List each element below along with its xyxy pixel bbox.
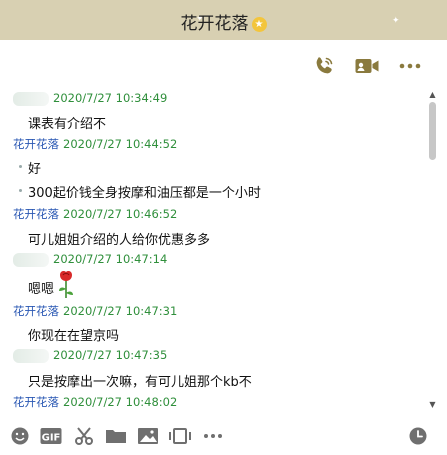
message-time: 2020/7/27 10:47:31 [63,304,178,318]
folder-icon[interactable] [105,426,127,446]
screen-record-icon[interactable] [169,426,191,446]
title-bar: ✦ ✦ 花开花落 ★ [0,0,447,40]
chat-header-actions [0,40,447,90]
message-time: 2020/7/27 10:34:49 [53,91,168,105]
sender-name[interactable]: 花开花落 [13,304,59,318]
message-header: 2020/7/27 10:34:49 [13,91,167,106]
message-text: 嗯嗯 [28,282,55,297]
message-time: 2020/7/27 10:47:14 [53,252,168,266]
message-time: 2020/7/27 10:46:52 [63,207,178,221]
emoji-icon[interactable] [9,426,31,446]
message-time: 2020/7/27 10:44:52 [63,137,178,151]
sender-avatar-blurred [13,252,49,267]
sender-avatar-blurred [13,91,49,106]
image-icon[interactable] [137,426,159,446]
input-toolbar: GIF [0,418,447,455]
sender-name[interactable]: 花开花落 [13,137,59,151]
message-header: 花开花落 2020/7/27 10:44:52 [13,136,177,152]
rose-emoji-icon [59,271,73,298]
message-text: 课表有介绍不 [28,117,107,132]
video-call-icon[interactable] [354,54,380,78]
scissors-icon[interactable] [73,426,95,446]
message-scrollbar[interactable]: ▲ ▼ [426,88,439,410]
scroll-down-arrow-icon[interactable]: ▼ [426,400,439,410]
more-icon[interactable] [202,426,224,446]
message-time: 2020/7/27 10:48:02 [63,395,178,409]
message-header: 花开花落 2020/7/27 10:47:31 [13,303,177,319]
message-header: 花开花落 2020/7/27 10:46:52 [13,206,177,222]
sender-avatar-blurred [13,348,49,363]
history-clock-icon[interactable] [407,426,429,446]
gif-label: GIF [42,433,61,444]
message-text: 只是按摩出一次嘛，有可儿姐那个kb不 [28,375,252,390]
message-time: 2020/7/27 10:47:35 [53,348,168,362]
contact-name: 花开花落 [180,14,249,34]
sender-name[interactable]: 花开花落 [13,207,59,221]
message-list[interactable]: 2020/7/27 10:34:49 课表有介绍不 花开花落 2020/7/27 … [0,88,426,410]
scroll-up-arrow-icon[interactable]: ▲ [426,90,439,100]
message-header: 2020/7/27 10:47:14 [13,252,167,267]
phone-icon[interactable] [311,54,337,78]
scrollbar-thumb[interactable] [429,102,436,160]
message-text: 好 [28,162,42,177]
message-header: 2020/7/27 10:47:35 [13,348,167,363]
gif-icon[interactable]: GIF [40,426,62,446]
sender-name[interactable]: 花开花落 [13,395,59,409]
message-header: 花开花落 2020/7/27 10:48:02 [13,394,177,410]
bullet-dot [19,189,22,192]
window-title: 花开花落 ★ [0,9,447,34]
message-text: 300起价钱全身按摩和油压都是一个小时 [28,186,261,201]
vip-badge-icon: ★ [251,16,267,32]
message-text: 可儿姐姐介绍的人给你优惠多多 [28,233,211,248]
more-icon[interactable] [397,54,423,78]
bullet-dot [19,165,22,168]
message-text: 你现在在望京吗 [28,329,120,344]
